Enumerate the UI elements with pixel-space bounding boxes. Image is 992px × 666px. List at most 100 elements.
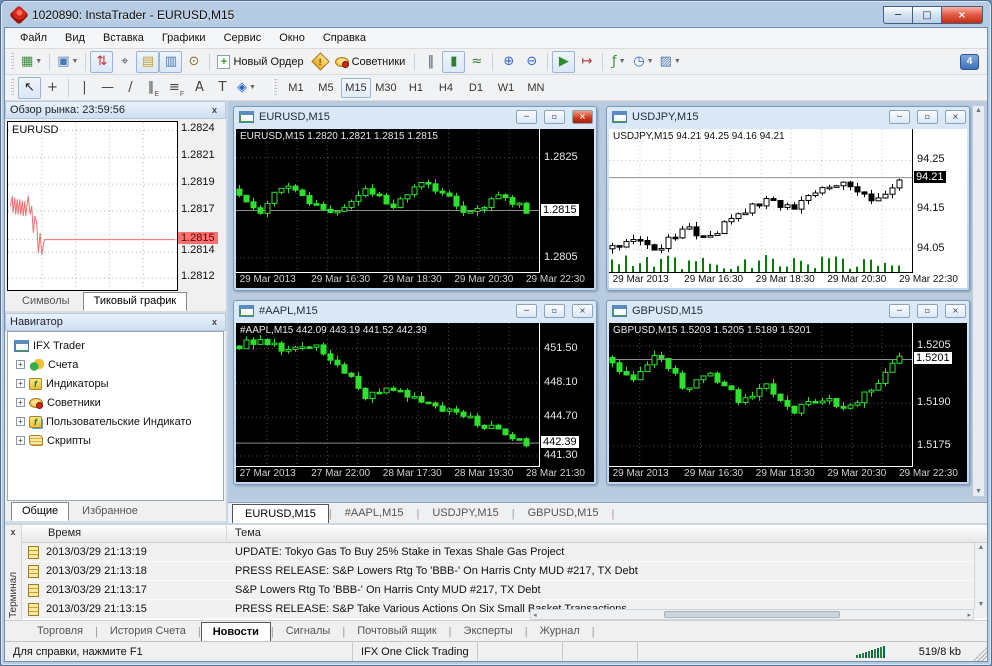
scroll-down-icon[interactable]: ▼	[975, 488, 982, 495]
zoom-out-button[interactable]: ⊖	[520, 51, 543, 73]
news-row[interactable]: 2013/03/29 21:13:17 S&P Lowers Rtg To 'BB…	[22, 581, 987, 600]
navigator-tab-idle[interactable]: Избранное	[71, 502, 149, 521]
navigator-close-icon[interactable]: x	[208, 317, 221, 327]
tree-expand-icon[interactable]: +	[16, 360, 25, 369]
chart-close-button[interactable]: ×	[572, 304, 593, 318]
scroll-up-icon[interactable]: ▲	[978, 544, 985, 551]
navigator-tab-active[interactable]: Общие	[11, 502, 70, 521]
terminal-tab-5[interactable]: Эксперты	[452, 621, 525, 641]
toolbar-grip[interactable]	[272, 78, 277, 97]
tree-expand-icon[interactable]: +	[16, 379, 25, 388]
column-topic[interactable]: Тема	[227, 525, 987, 542]
news-horizontal-scrollbar[interactable]: ◂ ▸	[530, 609, 974, 620]
close-button[interactable]: ×	[941, 6, 983, 24]
market-watch-toggle[interactable]: ⇅	[90, 50, 114, 73]
timeframe-m30[interactable]: M30	[371, 78, 401, 98]
menu-item-3[interactable]: Графики	[153, 30, 215, 46]
trendline-tool[interactable]: /	[119, 77, 142, 99]
chart-title-bar[interactable]: USDJPY,M15 ─ ▫ ×	[607, 107, 969, 127]
bar-chart-button[interactable]: ‖	[419, 51, 442, 73]
navigator-item[interactable]: + Скрипты	[10, 431, 221, 450]
menu-item-5[interactable]: Окно	[270, 30, 314, 46]
minimize-button[interactable]: ─	[883, 6, 912, 24]
chart-plot-area[interactable]: #AAPL,M15 442.09 443.19 441.52 442.39	[236, 323, 540, 467]
chart-restore-button[interactable]: ▫	[544, 304, 565, 318]
news-row[interactable]: 2013/03/29 21:13:19 UPDATE: Tokyo Gas To …	[22, 543, 987, 562]
terminal-toggle[interactable]: ▥	[159, 50, 183, 73]
timeframe-h1[interactable]: H1	[401, 78, 431, 98]
tree-expand-icon[interactable]: +	[16, 398, 25, 407]
notifications-badge[interactable]: 4	[960, 53, 979, 70]
vertical-line-tool[interactable]: |	[73, 77, 96, 99]
resize-grip[interactable]	[973, 647, 987, 661]
auto-scroll-toggle[interactable]: ▶	[552, 50, 576, 73]
arrows-tool[interactable]: ◈ ▼	[234, 77, 259, 99]
terminal-tab-6[interactable]: Журнал	[528, 621, 592, 641]
chart-tab-2[interactable]: USDJPY,M15	[419, 503, 511, 523]
column-time[interactable]: Время	[22, 525, 227, 542]
templates-button[interactable]: ▨ ▼	[657, 51, 684, 73]
zoom-in-button[interactable]: ⊕	[497, 51, 520, 73]
timeframe-w1[interactable]: W1	[491, 78, 521, 98]
strategy-tester-toggle[interactable]: ⊙	[182, 51, 205, 73]
indicators-button[interactable]: ƒ ▼	[607, 51, 630, 73]
scroll-up-icon[interactable]: ▲	[975, 107, 982, 114]
cursor-tool[interactable]: ↖	[18, 76, 41, 99]
text-label-tool[interactable]: T	[211, 77, 234, 99]
chart-tab-3[interactable]: GBPUSD,M15	[515, 503, 612, 523]
news-vertical-scrollbar[interactable]: ▲ ▼	[974, 543, 987, 609]
scrollbar-thumb[interactable]	[664, 611, 840, 618]
timeframe-mn[interactable]: MN	[521, 78, 551, 98]
navigator-item[interactable]: + Счета	[10, 355, 221, 374]
market-watch-close-icon[interactable]: x	[208, 105, 221, 115]
chart-plot-area[interactable]: USDJPY,M15 94.21 94.25 94.16 94.21	[609, 129, 913, 273]
crosshair-tool[interactable]: +	[41, 77, 64, 99]
chart-close-button[interactable]: ×	[945, 304, 966, 318]
expert-advisors-button[interactable]: Советники	[332, 51, 411, 73]
menu-item-4[interactable]: Сервис	[215, 30, 271, 46]
navigator-toggle[interactable]: ▤	[136, 50, 160, 73]
tick-chart[interactable]: EURUSD	[7, 121, 178, 291]
chart-restore-button[interactable]: ▫	[917, 110, 938, 124]
menu-item-0[interactable]: Файл	[11, 30, 56, 46]
scroll-right-icon[interactable]: ▸	[967, 611, 971, 619]
timeframe-m15[interactable]: M15	[340, 77, 371, 98]
navigator-root[interactable]: IFX Trader	[10, 336, 221, 355]
equidistant-channel-tool[interactable]: ∥ E	[142, 77, 165, 99]
chart-title-bar[interactable]: EURUSD,M15 ─ ▫ ×	[234, 107, 596, 127]
timeframe-m1[interactable]: M1	[281, 78, 311, 98]
menu-item-6[interactable]: Справка	[314, 30, 375, 46]
toolbar-grip[interactable]	[10, 78, 14, 97]
terminal-close-icon[interactable]: x	[10, 525, 15, 539]
menu-item-2[interactable]: Вставка	[94, 30, 153, 46]
new-order-button[interactable]: + Новый Ордер	[214, 51, 308, 73]
horizontal-line-tool[interactable]: —	[96, 77, 119, 99]
navigator-item[interactable]: + f Индикаторы	[10, 374, 221, 393]
timeframe-m5[interactable]: M5	[311, 78, 341, 98]
chart-shift-toggle[interactable]: ↦	[575, 51, 598, 73]
market-watch-tab-idle[interactable]: Символы	[11, 292, 81, 311]
new-chart-button[interactable]: ▦ ▼	[18, 51, 45, 73]
terminal-tab-0[interactable]: Торговля	[25, 621, 95, 641]
chart-restore-button[interactable]: ▫	[917, 304, 938, 318]
text-tool[interactable]: A	[188, 77, 211, 99]
toolbar-grip[interactable]	[10, 52, 14, 71]
chart-minimize-button[interactable]: ─	[516, 110, 537, 124]
chart-minimize-button[interactable]: ─	[516, 304, 537, 318]
timeframe-h4[interactable]: H4	[431, 78, 461, 98]
profiles-button[interactable]: ▣ ▼	[54, 51, 81, 73]
navigator-item[interactable]: + Советники	[10, 393, 221, 412]
fibonacci-tool[interactable]: ≡ F	[165, 77, 188, 99]
chart-minimize-button[interactable]: ─	[889, 110, 910, 124]
chart-title-bar[interactable]: #AAPL,M15 ─ ▫ ×	[234, 301, 596, 321]
chart-tab-1[interactable]: #AAPL,M15	[332, 503, 417, 523]
chart-minimize-button[interactable]: ─	[889, 304, 910, 318]
chart-title-bar[interactable]: GBPUSD,M15 ─ ▫ ×	[607, 301, 969, 321]
chart-close-button[interactable]: ×	[572, 110, 593, 124]
chart-restore-button[interactable]: ▫	[544, 110, 565, 124]
tree-expand-icon[interactable]: +	[16, 417, 25, 426]
candlestick-chart-button[interactable]: ▮	[442, 50, 466, 73]
maximize-button[interactable]: □	[912, 6, 941, 24]
terminal-tab-4[interactable]: Почтовый ящик	[345, 621, 448, 641]
data-window-toggle[interactable]: ⌖	[113, 51, 136, 73]
